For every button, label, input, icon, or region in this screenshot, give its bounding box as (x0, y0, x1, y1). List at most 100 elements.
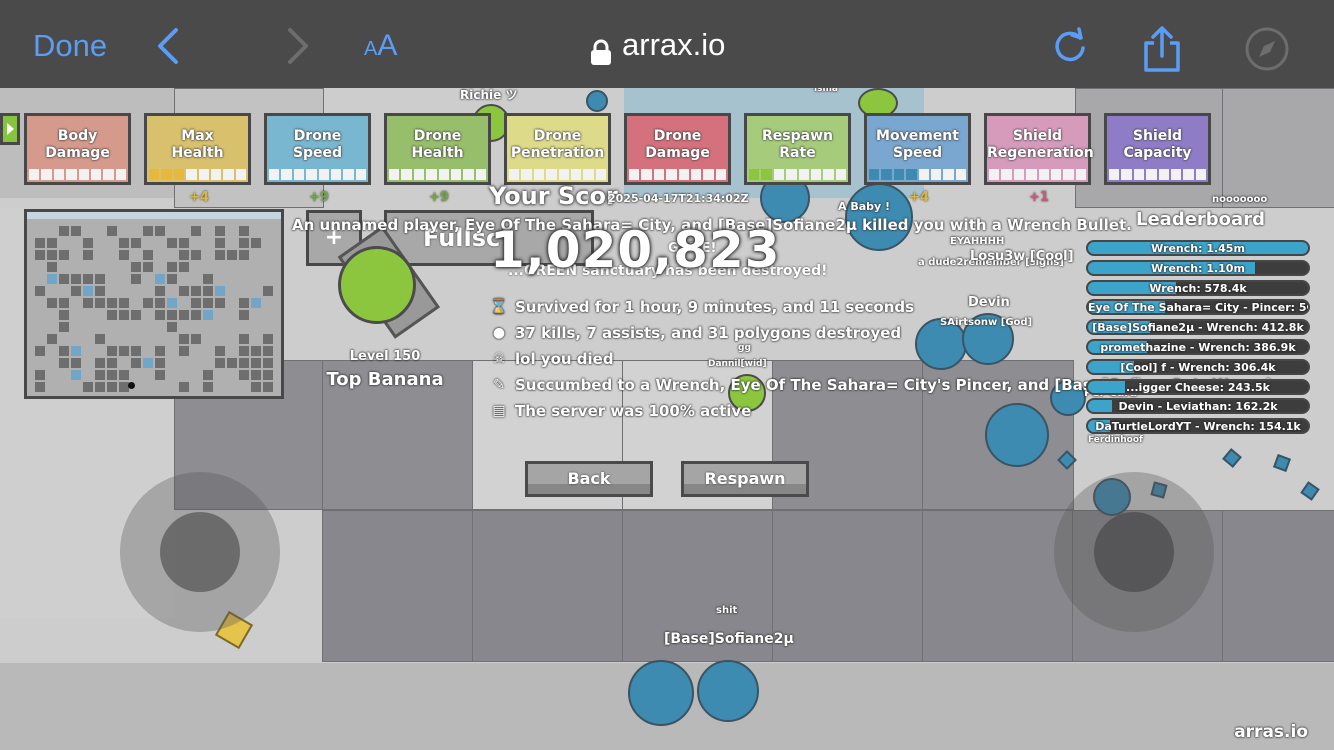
compass-icon[interactable] (1244, 26, 1290, 71)
wall-tile (322, 510, 474, 662)
minimap-block (239, 226, 249, 236)
upgrade-pip (210, 169, 222, 180)
upgrade-body-damage[interactable]: Body Damage (24, 113, 131, 185)
minimap-block (191, 226, 201, 236)
upgrade-pip (989, 169, 1000, 180)
game-canvas[interactable]: Richie ツ isma china A Baby ! EYAHHHH a d… (0, 88, 1334, 750)
minimap-block (107, 310, 117, 320)
upgrade-pip (173, 169, 185, 180)
move-joystick[interactable] (120, 472, 280, 632)
enemy-tank (697, 660, 759, 722)
minimap-block (47, 262, 57, 272)
done-button[interactable]: Done (33, 26, 107, 66)
upgrade-pip (1050, 169, 1062, 180)
minimap-block (83, 250, 93, 260)
skull-icon: ☠ (492, 351, 506, 367)
minimap-block (119, 346, 129, 356)
wall-tile (1222, 88, 1334, 208)
share-icon[interactable] (1140, 26, 1184, 72)
reload-icon[interactable] (1050, 26, 1090, 66)
respawn-button[interactable]: Respawn (681, 461, 809, 497)
upgrade-level-pips (989, 169, 1086, 180)
minimap-block (227, 358, 237, 368)
minimap-block (155, 358, 165, 368)
upgrade-shield-regeneration[interactable]: Shield Regeneration (984, 113, 1094, 185)
minimap-block (155, 310, 165, 320)
text-size-button[interactable]: AA (364, 26, 397, 66)
upgrade-pip (413, 169, 425, 180)
text-size-small-glyph: A (364, 38, 378, 60)
upgrade-drone-damage[interactable]: Drone Damage (624, 113, 731, 185)
clipboard-icon: ▤ (492, 403, 506, 419)
minimap-block (155, 346, 165, 356)
upgrade-label: Drone Health (411, 128, 464, 161)
player-name: Losu3w [Cool] (970, 249, 1074, 264)
minimap-block (107, 358, 117, 368)
upgrade-pip (198, 169, 209, 180)
upgrade-pip (943, 169, 954, 180)
upgrade-bonus: +4 (909, 190, 929, 205)
minimap-block (251, 238, 261, 248)
minimap-block (215, 346, 225, 356)
leaderboard-entry: Eye Of The Sahara= City - Pincer: 509.6k (1086, 299, 1310, 316)
upgrade-pip (666, 169, 677, 180)
upgrade-pip (1133, 169, 1145, 180)
upgrade-pip (1001, 169, 1012, 180)
upgrade-shield-capacity[interactable]: Shield Capacity (1104, 113, 1211, 185)
upgrade-drone-penetration[interactable]: Drone Penetration (504, 113, 611, 185)
upgrade-level-pips (269, 169, 366, 180)
upgrade-label: Shield Regeneration (987, 128, 1094, 161)
player-name: [Base]Sofiane2μ (664, 631, 794, 647)
upgrade-level-pips (509, 169, 606, 180)
minimap-block (119, 238, 129, 248)
minimap-block (71, 346, 81, 356)
minimap-block (251, 358, 261, 368)
upgrade-pip (235, 169, 246, 180)
upgrade-drone-speed[interactable]: Drone Speed (264, 113, 371, 185)
minimap-block (179, 250, 189, 260)
player-name: nooooooo (1212, 194, 1268, 205)
upgrade-pip (475, 169, 486, 180)
back-button[interactable]: Back (525, 461, 653, 497)
player-name: Richie ツ (460, 88, 518, 102)
upgrade-respawn-rate[interactable]: Respawn Rate (744, 113, 851, 185)
minimap-block (239, 358, 249, 368)
upgrade-pip (641, 169, 652, 180)
upgrade-pip (761, 169, 772, 180)
upgrade-label: Drone Penetration (510, 128, 605, 161)
back-chevron-icon[interactable] (150, 26, 190, 66)
upgrade-pip (881, 169, 892, 180)
knife-icon: ✎ (493, 377, 505, 393)
upgrade-pip (401, 169, 412, 180)
address-bar[interactable]: arrax.io (590, 24, 725, 66)
minimap-block (167, 238, 177, 248)
aim-joystick-thumb[interactable] (1094, 512, 1174, 592)
minimap-block (179, 382, 189, 392)
minimap-block (95, 286, 105, 296)
move-joystick-thumb[interactable] (160, 512, 240, 592)
minimap-block (239, 334, 249, 344)
upgrade-pip (930, 169, 942, 180)
minimap-block (239, 238, 249, 248)
aim-joystick[interactable] (1054, 472, 1214, 632)
lock-icon (590, 34, 612, 65)
upgrade-bonus: +9 (429, 190, 449, 205)
minimap-block (251, 370, 261, 380)
minimap-block (35, 286, 45, 296)
minimap-block (239, 310, 249, 320)
leaderboard-entry: Wrench: 578.4k (1086, 279, 1310, 296)
upgrade-drone-health[interactable]: Drone Health (384, 113, 491, 185)
forward-chevron-icon[interactable] (278, 26, 318, 66)
leaderboard-entry-text: Eye Of The Sahara= City - Pincer: 509.6k (1088, 301, 1308, 315)
minimap-block (119, 370, 129, 380)
minimap-block (263, 370, 273, 380)
player-level: Level 150 (349, 349, 421, 364)
minimap-block (107, 382, 117, 392)
upgrade-movement-speed[interactable]: Movement Speed (864, 113, 971, 185)
minimap-block (59, 250, 69, 260)
upgrade-max-health[interactable]: Max Health (144, 113, 251, 185)
upgrade-level-pips (29, 169, 126, 180)
expand-upgrades-button[interactable] (0, 113, 20, 145)
upgrade-pip (281, 169, 292, 180)
upgrade-level-pips (149, 169, 246, 180)
